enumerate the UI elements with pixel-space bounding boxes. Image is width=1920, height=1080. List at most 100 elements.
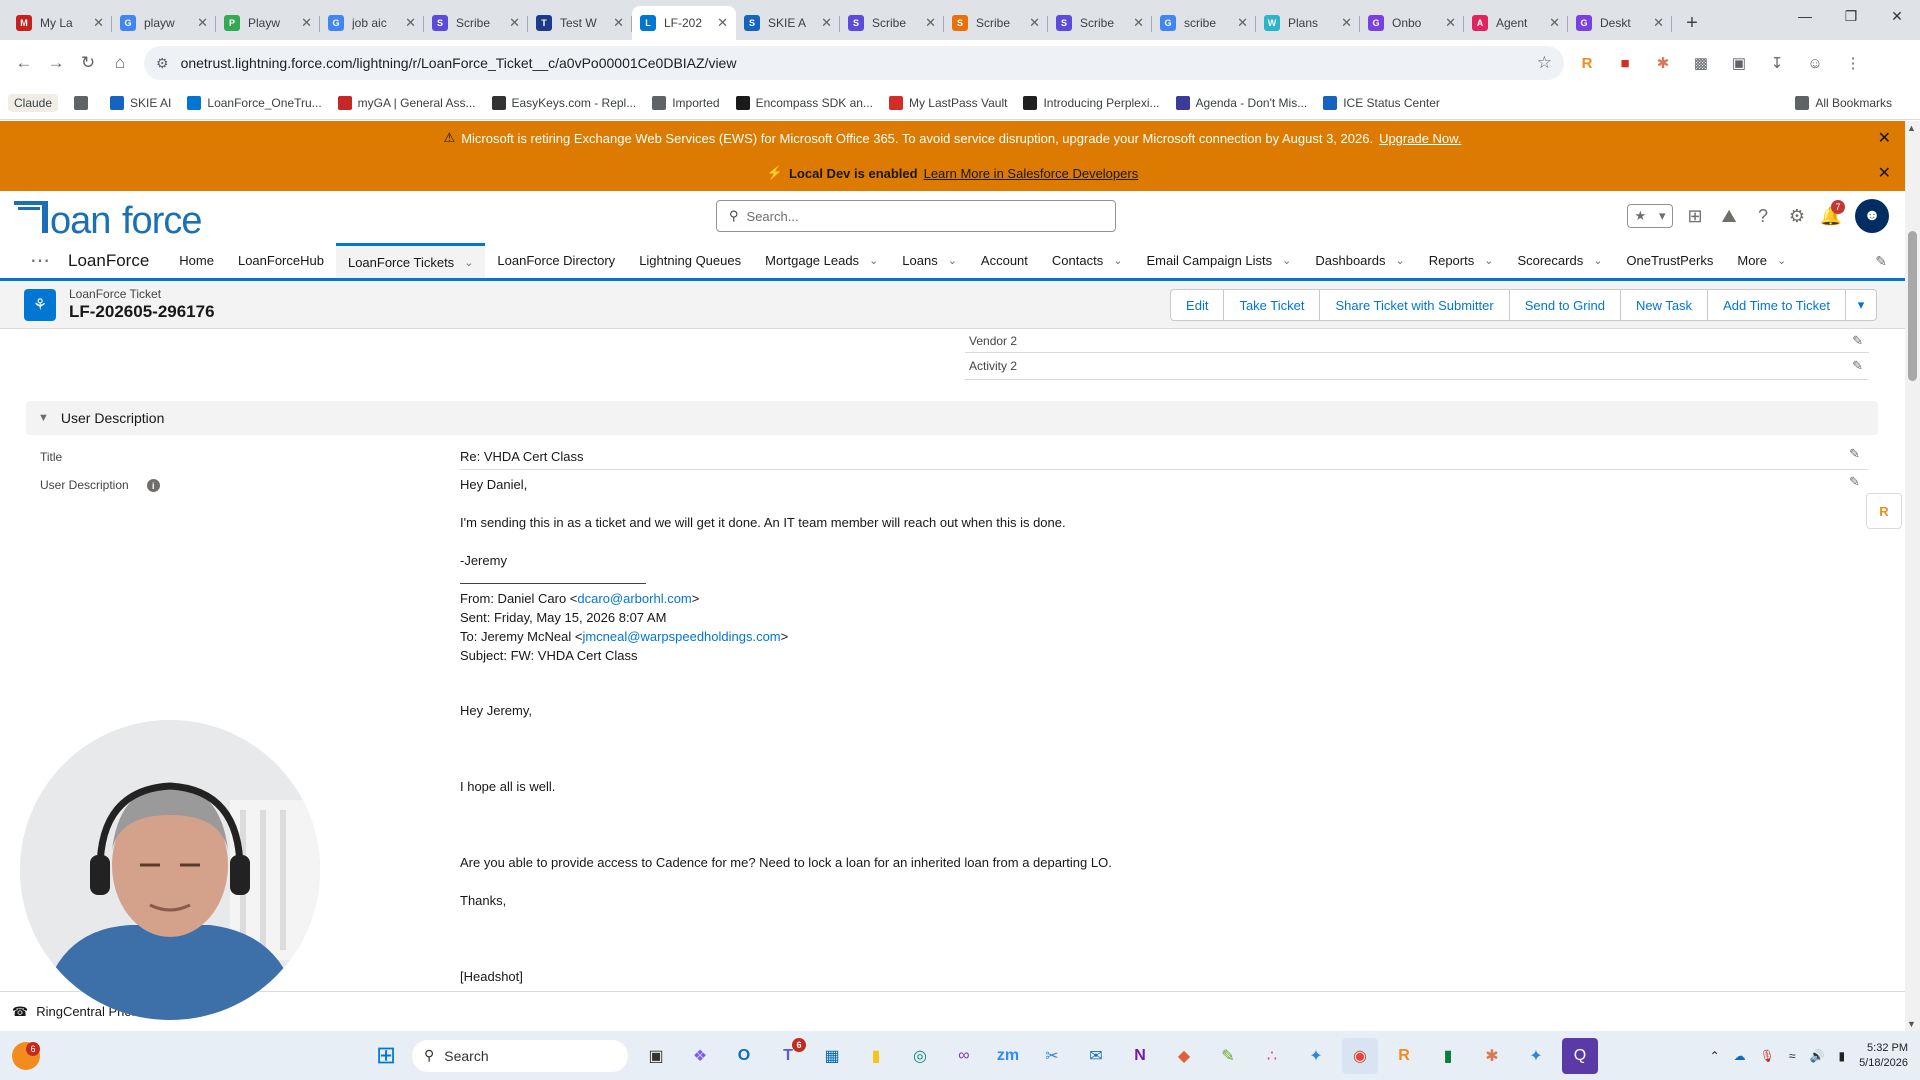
action-button[interactable]: Send to Grind: [1508, 289, 1621, 321]
tab-search-icon[interactable]: ▣: [1724, 48, 1754, 78]
more-actions-chevron-icon[interactable]: ▾: [1845, 289, 1877, 321]
tab-close-icon[interactable]: ✕: [613, 15, 624, 31]
nav-item[interactable]: Contacts ⌄: [1040, 243, 1135, 278]
browser-tab[interactable]: G Deskt ✕: [1568, 6, 1672, 40]
edit-pencil-icon[interactable]: ✎: [1849, 474, 1899, 490]
tab-close-icon[interactable]: ✕: [1029, 15, 1040, 31]
chevron-down-icon[interactable]: ⌄: [1113, 254, 1122, 267]
ringcentral-widget-icon[interactable]: R: [1866, 493, 1902, 529]
tab-close-icon[interactable]: ✕: [197, 15, 208, 31]
bookmark-item[interactable]: myGA | General Ass...: [337, 95, 476, 110]
scroll-thumb[interactable]: [1908, 231, 1917, 381]
tab-close-icon[interactable]: ✕: [301, 15, 312, 31]
home-icon[interactable]: ⌂: [104, 47, 136, 79]
edge-icon[interactable]: ◎: [902, 1038, 938, 1074]
notifications-bell-icon[interactable]: 🔔 7: [1815, 200, 1847, 232]
nav-item[interactable]: LoanForceHub: [226, 243, 336, 278]
ringcentral-icon[interactable]: R: [1386, 1038, 1422, 1074]
browser-tab[interactable]: S Scribe ✕: [1048, 6, 1152, 40]
new-tab-icon[interactable]: +: [1678, 9, 1706, 37]
microphone-icon[interactable]: 🎙: [1760, 1049, 1775, 1063]
windows-start-icon[interactable]: ⊞: [368, 1038, 404, 1074]
edit-pencil-icon[interactable]: ✎: [1852, 333, 1863, 349]
extension-r-icon[interactable]: R: [1572, 48, 1602, 78]
browser-tab[interactable]: S Scribe ✕: [944, 6, 1048, 40]
browser-tab[interactable]: Gjob aic ✕: [320, 6, 424, 40]
wifi-icon[interactable]: ≈: [1789, 1049, 1796, 1063]
chevron-down-icon[interactable]: ⌄: [1395, 254, 1404, 267]
action-button[interactable]: Edit: [1170, 289, 1225, 321]
bookmark-item[interactable]: SKIE AI: [110, 95, 171, 110]
tab-close-icon[interactable]: ✕: [717, 15, 728, 31]
browser-tab[interactable]: S Scribe ✕: [424, 6, 528, 40]
reload-icon[interactable]: ↻: [72, 47, 104, 79]
download-icon[interactable]: ↧: [1762, 48, 1792, 78]
tab-close-icon[interactable]: ✕: [1549, 15, 1560, 31]
trailhead-icon[interactable]: ⛰: [1713, 200, 1745, 232]
nav-item[interactable]: Home: [167, 243, 226, 278]
chrome-icon[interactable]: ◉: [1342, 1037, 1378, 1074]
bookmark-item[interactable]: Claude: [8, 93, 59, 112]
notepad-icon[interactable]: ✎: [1210, 1038, 1246, 1074]
scroll-down-icon[interactable]: ▼: [1907, 1019, 1916, 1029]
action-button[interactable]: Add Time to Ticket: [1707, 289, 1846, 321]
task-view-icon[interactable]: ▣: [638, 1038, 674, 1074]
forward-icon[interactable]: →: [40, 47, 72, 79]
app-launcher-icon[interactable]: ⋯: [18, 243, 62, 278]
minimize-icon[interactable]: —: [1782, 0, 1828, 32]
restore-icon[interactable]: ❐: [1828, 0, 1874, 32]
url-input[interactable]: ⚙ onetrust.lightning.force.com/lightning…: [144, 46, 1564, 80]
close-icon[interactable]: ✕: [1878, 128, 1891, 148]
section-user-description[interactable]: ▼ User Description: [26, 401, 1878, 435]
chevron-down-icon[interactable]: ⌄: [1593, 254, 1602, 267]
zoom-icon[interactable]: zm: [990, 1038, 1026, 1074]
copilot-icon[interactable]: ❖: [682, 1038, 718, 1074]
outlook-new-icon[interactable]: ✉: [1078, 1038, 1114, 1074]
action-button[interactable]: New Task: [1619, 289, 1709, 321]
onedrive-icon[interactable]: ☁: [1734, 1049, 1746, 1063]
extension-claude-icon[interactable]: ✱: [1648, 48, 1678, 78]
url-text[interactable]: onetrust.lightning.force.com/lightning/r…: [181, 55, 1537, 71]
extension-lastpass-icon[interactable]: ■: [1610, 48, 1640, 78]
close-icon[interactable]: ✕: [1878, 163, 1891, 183]
nav-item[interactable]: LoanForce Tickets ⌄: [335, 243, 486, 281]
outlook-icon[interactable]: O: [726, 1038, 762, 1074]
teams-icon[interactable]: T6: [770, 1037, 806, 1074]
bookmark-item[interactable]: Encompass SDK an...: [735, 95, 873, 110]
chevron-down-icon[interactable]: ⌄: [464, 256, 473, 269]
browser-tab[interactable]: Gplayw ✕: [112, 6, 216, 40]
browser-tab[interactable]: G Onbo ✕: [1360, 6, 1464, 40]
firefox-icon[interactable]: 6: [12, 1041, 40, 1070]
nav-item[interactable]: Scorecards ⌄: [1505, 243, 1614, 278]
favorites-button[interactable]: ★ ▾: [1627, 204, 1673, 228]
tab-close-icon[interactable]: ✕: [1237, 15, 1248, 31]
battery-icon[interactable]: ▮: [1838, 1049, 1845, 1063]
browser-tab[interactable]: S SKIE A ✕: [736, 6, 840, 40]
tab-close-icon[interactable]: ✕: [93, 15, 104, 31]
bookmark-item[interactable]: Agenda - Don't Mis...: [1175, 95, 1307, 110]
nav-item[interactable]: OneTrustPerks: [1614, 243, 1725, 278]
chevron-up-icon[interactable]: ⌃: [1710, 1049, 1720, 1063]
avatar[interactable]: ☻: [1855, 199, 1889, 233]
office-icon[interactable]: ◆: [1166, 1038, 1202, 1074]
action-button[interactable]: Share Ticket with Submitter: [1319, 289, 1510, 321]
learn-more-link[interactable]: Learn More in Salesforce Developers: [924, 166, 1139, 181]
edit-pencil-icon[interactable]: ✎: [1852, 358, 1863, 374]
tab-close-icon[interactable]: ✕: [1653, 15, 1664, 31]
browser-tab[interactable]: A Agent ✕: [1464, 6, 1568, 40]
bookmark-star-icon[interactable]: ☆: [1537, 53, 1552, 73]
clock[interactable]: 5:32 PM 5/18/2026: [1859, 1041, 1908, 1071]
global-search-input[interactable]: ⚲ Search...: [716, 200, 1116, 232]
compass-icon[interactable]: ✦: [1298, 1038, 1334, 1074]
nav-item[interactable]: Mortgage Leads ⌄: [753, 243, 890, 278]
chevron-down-icon[interactable]: ⌄: [948, 254, 957, 267]
nav-item[interactable]: Lightning Queues: [627, 243, 753, 278]
extensions-puzzle-icon[interactable]: ▩: [1686, 48, 1716, 78]
browser-tab[interactable]: P Playw ✕: [216, 6, 320, 40]
action-button[interactable]: Take Ticket: [1223, 289, 1321, 321]
store-icon[interactable]: ▦: [814, 1038, 850, 1074]
chevron-down-icon[interactable]: ⌄: [1282, 254, 1291, 267]
edit-pencil-icon[interactable]: ✎: [1849, 446, 1899, 462]
chevron-down-icon[interactable]: ⌄: [869, 254, 878, 267]
site-info-icon[interactable]: ⚙: [156, 55, 169, 72]
